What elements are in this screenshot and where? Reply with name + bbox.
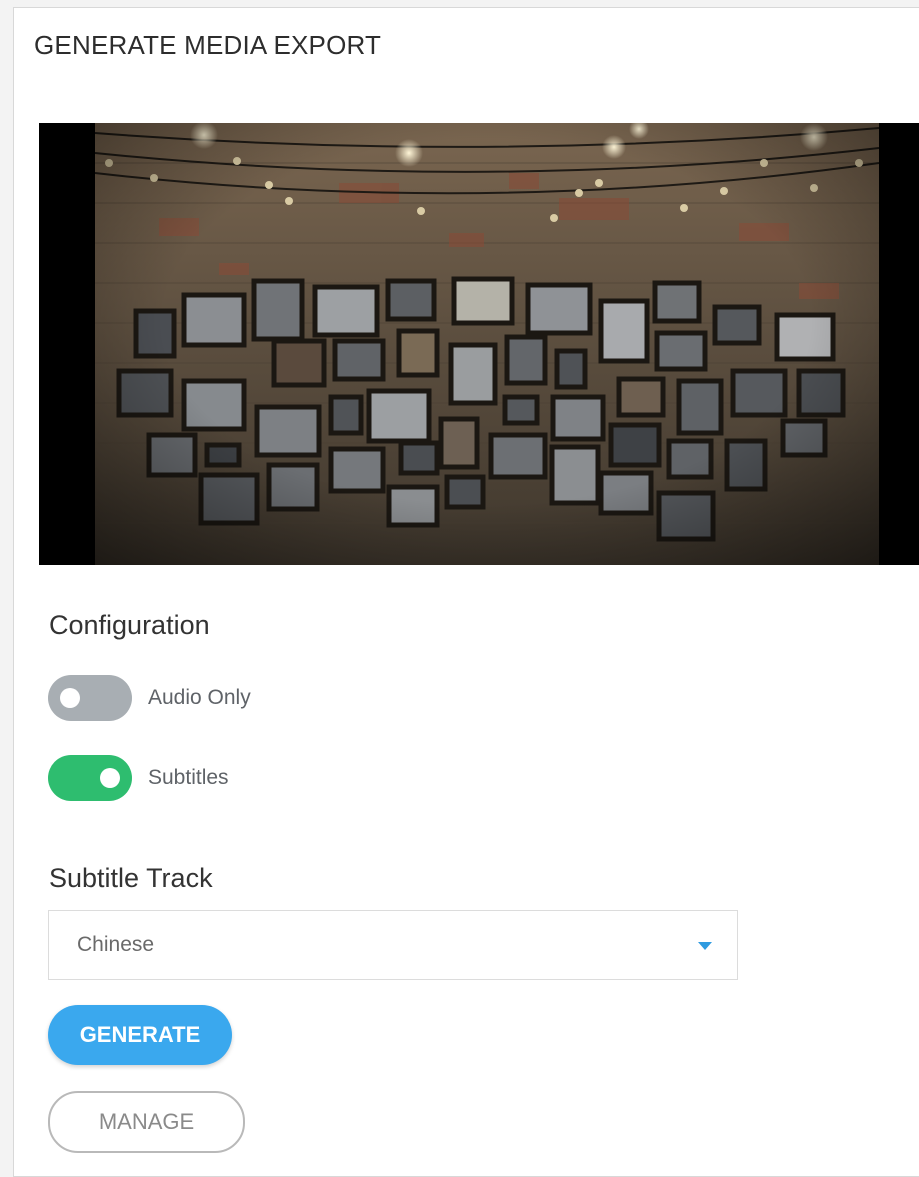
audio-only-switch-knob xyxy=(60,688,80,708)
chevron-down-icon xyxy=(698,942,712,950)
panel-title: GENERATE MEDIA EXPORT xyxy=(34,30,382,60)
configuration-heading: Configuration xyxy=(49,610,210,640)
subtitles-toggle[interactable]: Subtitles xyxy=(48,755,229,801)
subtitle-track-select[interactable]: Chinese xyxy=(48,910,738,980)
manage-button[interactable]: MANAGE xyxy=(48,1091,245,1153)
audio-only-toggle[interactable]: Audio Only xyxy=(48,675,251,721)
subtitles-label: Subtitles xyxy=(148,766,229,789)
video-frame-image xyxy=(39,123,919,565)
generate-button[interactable]: GENERATE xyxy=(48,1005,232,1065)
subtitle-track-selected-value: Chinese xyxy=(77,933,155,956)
audio-only-label: Audio Only xyxy=(148,686,251,709)
subtitles-switch-knob xyxy=(100,768,120,788)
video-preview[interactable] xyxy=(39,123,919,565)
media-export-panel: GENERATE MEDIA EXPORT Configuration Audi… xyxy=(13,7,919,1177)
audio-only-switch[interactable] xyxy=(48,675,132,721)
subtitle-track-heading: Subtitle Track xyxy=(49,863,213,893)
subtitles-switch[interactable] xyxy=(48,755,132,801)
